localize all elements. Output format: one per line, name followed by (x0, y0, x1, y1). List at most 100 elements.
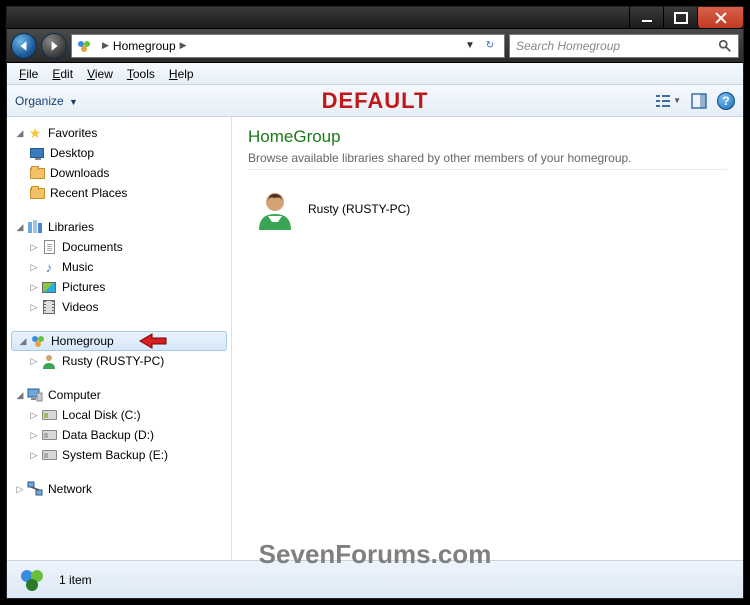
expand-icon[interactable]: ▷ (29, 242, 39, 253)
organize-button[interactable]: Organize ▼ (15, 94, 78, 108)
sidebar-item-label: Desktop (50, 146, 94, 160)
collapse-icon[interactable]: ◢ (15, 128, 25, 139)
homegroup-icon (76, 38, 92, 54)
back-button[interactable] (11, 33, 37, 59)
sidebar-item-label: Libraries (48, 220, 94, 234)
sidebar-item-rusty[interactable]: ▷ Rusty (RUSTY-PC) (7, 351, 231, 371)
computer-group: ◢ Computer ▷ Local Disk (C:) ▷ Data Back… (7, 385, 231, 465)
folder-icon (29, 165, 45, 181)
collapse-icon[interactable]: ◢ (15, 390, 25, 401)
disk-icon (41, 447, 57, 463)
sidebar-item-label: Recent Places (50, 186, 127, 200)
sidebar-item-drive-d[interactable]: ▷ Data Backup (D:) (7, 425, 231, 445)
sidebar-item-label: Downloads (50, 166, 109, 180)
search-input[interactable]: Search Homegroup (509, 34, 739, 58)
menu-help[interactable]: Help (163, 65, 200, 83)
refresh-button[interactable]: ↻ (480, 40, 500, 51)
document-icon (41, 239, 57, 255)
star-icon: ★ (27, 125, 43, 141)
minimize-button[interactable] (629, 7, 663, 28)
disk-icon (41, 407, 57, 423)
breadcrumb-separator-icon: ▶ (180, 40, 187, 51)
expand-icon[interactable]: ▷ (29, 262, 39, 273)
menu-view[interactable]: View (81, 65, 119, 83)
homegroup-icon (30, 333, 46, 349)
disk-icon (41, 427, 57, 443)
item-count: 1 item (59, 573, 92, 587)
sidebar-computer[interactable]: ◢ Computer (7, 385, 231, 405)
favorites-group: ◢ ★ Favorites Desktop Downloads Recent P… (7, 123, 231, 203)
sidebar-item-downloads[interactable]: Downloads (7, 163, 231, 183)
pictures-icon (41, 279, 57, 295)
body: ◢ ★ Favorites Desktop Downloads Recent P… (7, 117, 743, 560)
sidebar-item-label: Local Disk (C:) (62, 408, 141, 422)
search-icon (718, 39, 732, 53)
sidebar-network[interactable]: ▷ Network (7, 479, 231, 499)
navigation-pane: ◢ ★ Favorites Desktop Downloads Recent P… (7, 117, 232, 560)
page-description: Browse available libraries shared by oth… (248, 151, 727, 165)
sidebar-favorites[interactable]: ◢ ★ Favorites (7, 123, 231, 143)
menu-bar: File Edit View Tools Help (7, 63, 743, 85)
sidebar-item-videos[interactable]: ▷ Videos (7, 297, 231, 317)
expand-icon[interactable]: ▷ (29, 282, 39, 293)
breadcrumb-separator-icon: ▶ (102, 40, 109, 51)
sidebar-item-label: Videos (62, 300, 98, 314)
expand-icon[interactable]: ▷ (29, 356, 39, 367)
sidebar-item-label: System Backup (E:) (62, 448, 168, 462)
explorer-window: ▶ Homegroup ▶ ▼ ↻ Search Homegroup File … (6, 6, 744, 599)
preview-pane-button[interactable] (691, 93, 707, 109)
sidebar-item-drive-c[interactable]: ▷ Local Disk (C:) (7, 405, 231, 425)
homegroup-member[interactable]: Rusty (RUSTY-PC) (248, 182, 727, 236)
network-icon (27, 481, 43, 497)
homegroup-icon (17, 565, 47, 595)
annotation-arrow-icon (138, 332, 168, 350)
expand-icon[interactable]: ▷ (29, 410, 39, 421)
sidebar-homegroup[interactable]: ◢ Homegroup (11, 331, 227, 351)
sidebar-item-label: Homegroup (51, 334, 114, 348)
expand-icon[interactable]: ▷ (29, 450, 39, 461)
titlebar (7, 7, 743, 29)
expand-icon[interactable]: ▷ (29, 430, 39, 441)
sidebar-item-label: Data Backup (D:) (62, 428, 154, 442)
navigation-bar: ▶ Homegroup ▶ ▼ ↻ Search Homegroup (7, 29, 743, 63)
status-bar: 1 item SevenForums.com (7, 560, 743, 598)
annotation-overlay: DEFAULT (322, 88, 429, 114)
breadcrumb[interactable]: Homegroup (113, 39, 176, 53)
toolbar: Organize ▼ DEFAULT ▼ ? (7, 85, 743, 117)
divider (248, 169, 727, 170)
view-mode-button[interactable]: ▼ (655, 93, 681, 109)
videos-icon (41, 299, 57, 315)
forward-button[interactable] (41, 33, 67, 59)
sidebar-item-drive-e[interactable]: ▷ System Backup (E:) (7, 445, 231, 465)
sidebar-item-music[interactable]: ▷ ♪ Music (7, 257, 231, 277)
page-title: HomeGroup (248, 127, 727, 147)
address-bar[interactable]: ▶ Homegroup ▶ ▼ ↻ (71, 34, 505, 58)
sidebar-item-label: Documents (62, 240, 123, 254)
desktop-icon (29, 145, 45, 161)
sidebar-item-label: Network (48, 482, 92, 496)
address-dropdown-button[interactable]: ▼ (460, 40, 480, 51)
close-button[interactable] (697, 7, 743, 28)
sidebar-item-recent[interactable]: Recent Places (7, 183, 231, 203)
sidebar-item-label: Favorites (48, 126, 97, 140)
person-icon (254, 188, 296, 230)
menu-file[interactable]: File (13, 65, 44, 83)
sidebar-item-label: Rusty (RUSTY-PC) (62, 354, 164, 368)
folder-icon (29, 185, 45, 201)
collapse-icon[interactable]: ◢ (18, 336, 28, 347)
expand-icon[interactable]: ▷ (29, 302, 39, 313)
sidebar-libraries[interactable]: ◢ Libraries (7, 217, 231, 237)
expand-icon[interactable]: ▷ (15, 484, 25, 495)
sidebar-item-pictures[interactable]: ▷ Pictures (7, 277, 231, 297)
maximize-button[interactable] (663, 7, 697, 28)
sidebar-item-label: Music (62, 260, 93, 274)
sidebar-item-documents[interactable]: ▷ Documents (7, 237, 231, 257)
person-icon (41, 353, 57, 369)
menu-tools[interactable]: Tools (121, 65, 161, 83)
sidebar-item-desktop[interactable]: Desktop (7, 143, 231, 163)
computer-icon (27, 387, 43, 403)
collapse-icon[interactable]: ◢ (15, 222, 25, 233)
menu-edit[interactable]: Edit (46, 65, 79, 83)
help-button[interactable]: ? (717, 92, 735, 110)
content-pane: HomeGroup Browse available libraries sha… (232, 117, 743, 560)
